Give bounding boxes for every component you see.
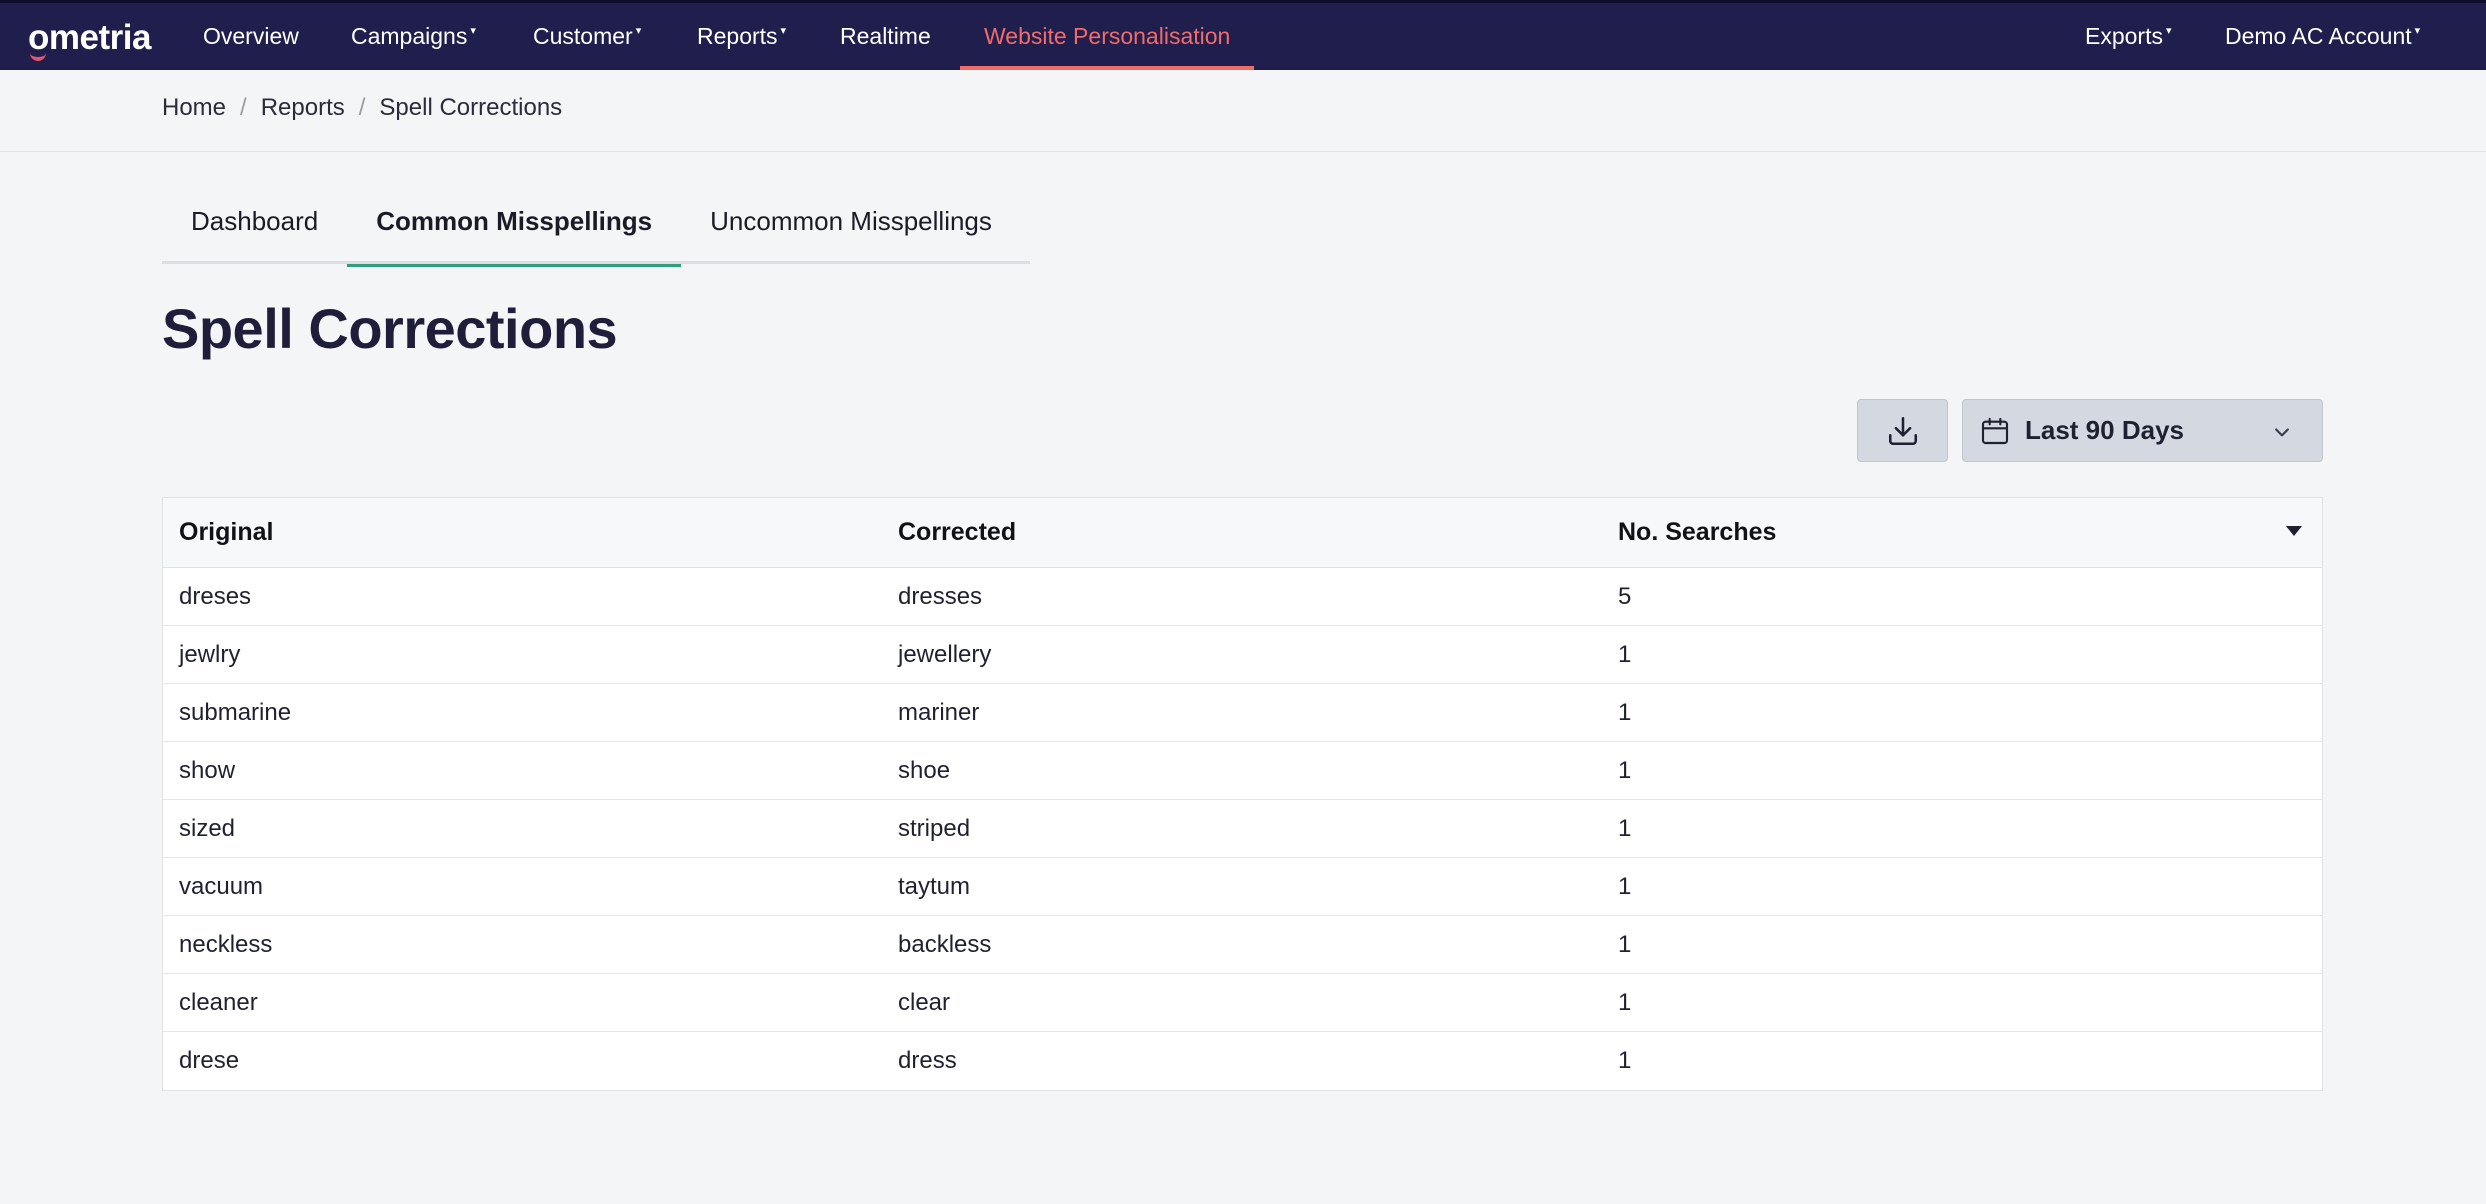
cell-no-searches: 5: [1618, 582, 1632, 610]
top-navigation: ometria Overview Campaigns ▾ Customer ▾ Re…: [0, 0, 2486, 70]
nav-realtime-label: Realtime: [840, 23, 931, 49]
cell-original: cleaner: [179, 988, 258, 1016]
nav-exports-label: Exports: [2085, 23, 2163, 49]
nav-campaigns-label: Campaigns: [351, 23, 468, 49]
chevron-down-icon: [2275, 428, 2289, 437]
cell-no-searches: 1: [1618, 988, 1632, 1016]
calendar-icon: [1981, 417, 2009, 444]
download-button[interactable]: [1857, 399, 1948, 462]
cell-original: dreses: [179, 582, 252, 610]
tab-common-misspellings[interactable]: Common Misspellings: [347, 178, 682, 267]
table-row: submarine mariner 1: [163, 684, 2322, 742]
cell-corrected: dress: [898, 1047, 957, 1074]
cell-no-searches: 1: [1618, 640, 1632, 668]
breadcrumb: Home / Reports / Spell Corrections: [162, 94, 562, 122]
date-range-select[interactable]: Last 90 Days: [1962, 399, 2323, 462]
cell-original: neckless: [179, 930, 273, 958]
breadcrumb-separator: /: [240, 94, 247, 121]
cell-corrected: jewellery: [898, 640, 992, 668]
cell-original: vacuum: [179, 872, 264, 900]
table-row: show shoe 1: [163, 742, 2322, 800]
dropdown-caret-icon: ▾: [470, 25, 476, 37]
nav-exports[interactable]: Exports ▾: [2085, 3, 2172, 70]
cell-no-searches: 1: [1618, 756, 1632, 784]
nav-account-label: Demo AC Account: [2225, 23, 2412, 49]
dropdown-caret-icon: ▾: [635, 25, 642, 37]
cell-original: drese: [179, 1047, 240, 1074]
ometria-logo[interactable]: ometria: [28, 17, 151, 61]
cell-no-searches: 1: [1618, 698, 1632, 726]
cell-no-searches: 1: [1618, 930, 1632, 958]
logo-text: ometria: [28, 18, 151, 57]
cell-no-searches: 1: [1618, 1047, 1632, 1074]
breadcrumb-bar: Home / Reports / Spell Corrections: [0, 70, 2486, 152]
column-header-original[interactable]: Original: [179, 518, 273, 547]
table-header: Original Corrected No. Searches: [163, 498, 2322, 568]
dropdown-caret-icon: ▾: [2165, 25, 2172, 37]
nav-campaigns[interactable]: Campaigns ▾: [351, 3, 476, 70]
spell-corrections-table: Original Corrected No. Searches dreses d…: [162, 497, 2323, 1091]
column-header-corrected[interactable]: Corrected: [898, 518, 1016, 547]
breadcrumb-home[interactable]: Home: [162, 94, 226, 122]
cell-corrected: taytum: [898, 872, 971, 900]
cell-corrected: backless: [898, 930, 992, 958]
nav-reports[interactable]: Reports ▾: [697, 3, 786, 70]
breadcrumb-current: Spell Corrections: [379, 94, 563, 121]
table-row: neckless backless 1: [163, 916, 2322, 974]
report-tabs: Dashboard Common Misspellings Uncommon M…: [162, 178, 1030, 267]
cell-corrected: mariner: [898, 698, 980, 726]
cell-corrected: dresses: [898, 582, 983, 610]
breadcrumb-reports[interactable]: Reports: [261, 94, 345, 122]
cell-original: sized: [179, 814, 236, 842]
column-header-no-searches[interactable]: No. Searches: [1618, 518, 1776, 547]
page-title: Spell Corrections: [162, 297, 618, 360]
cell-corrected: striped: [898, 814, 971, 842]
cell-original: submarine: [179, 698, 292, 726]
cell-no-searches: 1: [1618, 814, 1632, 842]
table-row: drese dress 1: [163, 1032, 2322, 1090]
nav-overview-label: Overview: [203, 23, 299, 49]
breadcrumb-separator: /: [358, 94, 366, 121]
nav-customer-label: Customer: [533, 23, 633, 49]
nav-reports-label: Reports: [697, 23, 778, 49]
download-icon: [1888, 416, 1917, 445]
cell-corrected: shoe: [898, 756, 951, 784]
dropdown-caret-icon: ▾: [2414, 25, 2421, 37]
nav-website-personalisation-label: Website Personalisation: [984, 23, 1231, 49]
date-range-label: Last 90 Days: [2025, 415, 2184, 445]
table-row: jewlry jewellery 1: [163, 626, 2322, 684]
dropdown-caret-icon: ▾: [780, 25, 787, 37]
cell-original: jewlry: [179, 640, 241, 668]
logo-smile-mark: [30, 53, 46, 61]
nav-customer[interactable]: Customer ▾: [533, 3, 641, 70]
nav-account-menu[interactable]: Demo AC Account ▾: [2225, 3, 2420, 70]
cell-original: show: [179, 756, 236, 784]
nav-overview[interactable]: Overview: [203, 3, 299, 70]
nav-realtime[interactable]: Realtime: [840, 3, 931, 70]
cell-corrected: clear: [898, 988, 951, 1016]
table-row: cleaner clear 1: [163, 974, 2322, 1032]
table-row: dreses dresses 5: [163, 568, 2322, 626]
sort-descending-icon[interactable]: [2286, 526, 2302, 536]
tab-dashboard[interactable]: Dashboard: [162, 178, 347, 264]
table-row: sized striped 1: [163, 800, 2322, 858]
table-row: vacuum taytum 1: [163, 858, 2322, 916]
nav-website-personalisation[interactable]: Website Personalisation: [959, 3, 1255, 70]
tab-uncommon-misspellings[interactable]: Uncommon Misspellings: [681, 178, 1021, 264]
cell-no-searches: 1: [1618, 872, 1632, 900]
